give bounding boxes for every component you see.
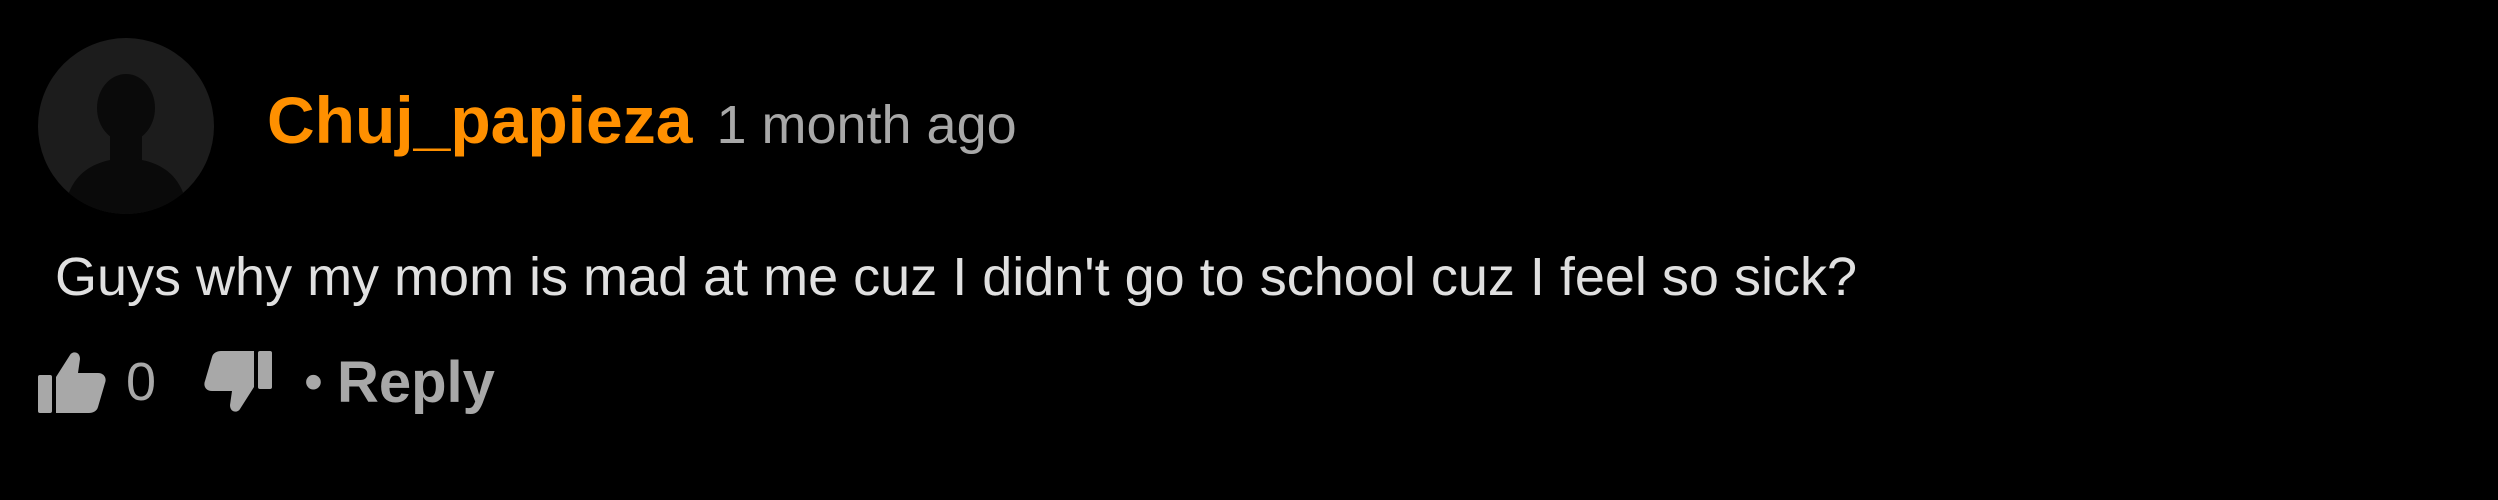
like-button[interactable] (36, 349, 108, 415)
comment-text: Guys why my mom is mad at me cuz I didn'… (55, 247, 1857, 307)
comment-actions: 0 • Reply (36, 342, 495, 422)
separator-dot: • (304, 352, 323, 412)
comment-timestamp: 1 month ago (716, 95, 1017, 155)
dislike-button[interactable] (202, 349, 274, 415)
thumbs-down-icon (204, 351, 273, 412)
avatar[interactable] (38, 38, 214, 214)
reply-button[interactable]: Reply (337, 349, 495, 416)
comment-header: Chuj_papieza 1 month ago (267, 82, 1017, 172)
like-count: 0 (126, 352, 157, 412)
username-link[interactable]: Chuj_papieza (267, 82, 692, 158)
thumbs-up-icon (38, 352, 106, 413)
comment: Chuj_papieza 1 month ago Guys why my mom… (0, 0, 2498, 500)
default-user-silhouette-icon (64, 74, 188, 214)
